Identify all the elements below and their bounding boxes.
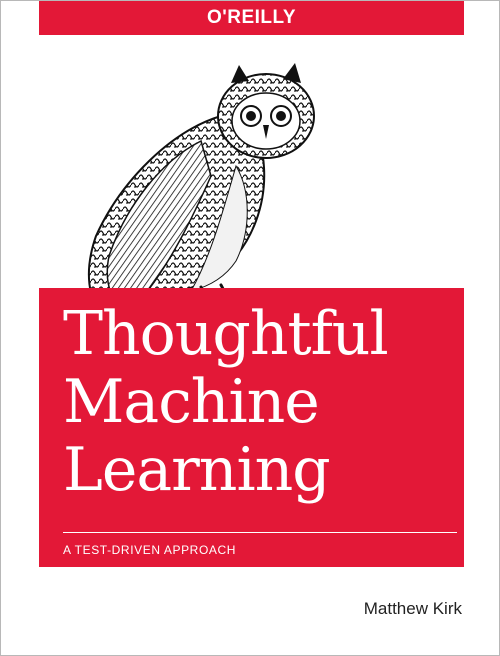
title-divider [63,532,457,533]
author-name: Matthew Kirk [363,599,462,618]
subtitle: A TEST-DRIVEN APPROACH [63,543,237,557]
title-line-1: Thoughtful [63,299,389,369]
title-block: Thoughtful Machine Learning A TEST-DRIVE… [39,288,464,567]
title-line-2: Machine [63,367,320,437]
publisher-logo: O'REILLY [206,7,297,28]
title-line-3: Learning [63,435,331,505]
owl-illustration-icon [87,63,315,309]
publisher-bar: O'REILLY [39,1,464,35]
book-cover: O'REILLY Thoughtful Machine Learning A T… [0,0,500,656]
